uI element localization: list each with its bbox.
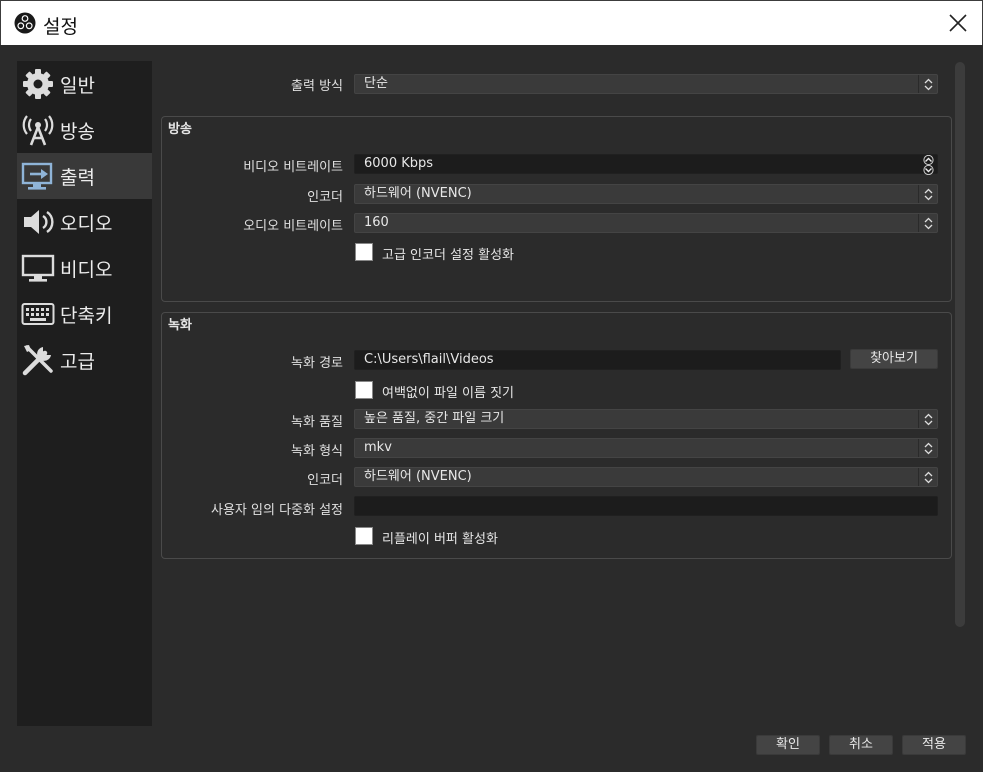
sidebar-item-label: 출력 <box>60 166 95 189</box>
no-space-filename-checkbox[interactable] <box>355 381 373 399</box>
chevron-updown-icon <box>918 75 937 93</box>
sidebar-item-advanced[interactable]: 고급 <box>17 337 152 383</box>
sidebar-item-label: 고급 <box>60 350 95 373</box>
recording-encoder-label: 인코더 <box>307 473 343 488</box>
speaker-icon <box>20 204 56 240</box>
window-title: 설정 <box>43 16 78 38</box>
sidebar-item-general[interactable]: 일반 <box>17 61 152 107</box>
browse-button[interactable]: 찾아보기 <box>850 349 938 369</box>
recording-group-title: 녹화 <box>168 318 192 333</box>
muxer-settings-input[interactable] <box>354 496 938 516</box>
chevron-updown-icon <box>918 410 937 428</box>
recording-encoder-value: 하드웨어 (NVENC) <box>364 469 472 484</box>
recording-format-label: 녹화 형식 <box>291 444 343 459</box>
recording-path-input[interactable]: C:\Users\flail\Videos <box>354 350 841 370</box>
audio-bitrate-select[interactable]: 160 <box>354 213 938 233</box>
recording-quality-label: 녹화 품질 <box>291 415 343 430</box>
output-mode-select[interactable]: 단순 <box>354 74 938 94</box>
ok-button[interactable]: 확인 <box>756 735 820 755</box>
obs-logo-icon <box>14 12 36 34</box>
audio-bitrate-label: 오디오 비트레이트 <box>243 219 343 234</box>
audio-bitrate-value: 160 <box>364 215 389 230</box>
tools-icon <box>20 342 56 378</box>
sidebar-item-hotkeys[interactable]: 단축키 <box>17 291 152 337</box>
broadcast-antenna-icon <box>20 112 56 148</box>
recording-format-value: mkv <box>364 440 392 455</box>
gear-icon <box>20 66 56 102</box>
settings-content: 일반 방송 출력 오디오 비디오 단축키 고급 출력 방식 단순 방송 비디오 … <box>0 45 983 772</box>
video-bitrate-value: 6000 Kbps <box>364 156 434 171</box>
stream-encoder-label: 인코더 <box>307 190 343 205</box>
replay-buffer-checkbox[interactable] <box>355 527 373 545</box>
sidebar-item-label: 비디오 <box>60 258 113 281</box>
output-monitor-icon <box>20 158 56 194</box>
sidebar-item-label: 오디오 <box>60 212 113 235</box>
advanced-encoder-checkbox[interactable] <box>355 243 373 261</box>
sidebar-item-audio[interactable]: 오디오 <box>17 199 152 245</box>
vertical-scrollbar[interactable] <box>955 62 965 627</box>
stream-encoder-value: 하드웨어 (NVENC) <box>364 186 472 201</box>
sidebar-item-stream[interactable]: 방송 <box>17 107 152 153</box>
settings-sidebar: 일반 방송 출력 오디오 비디오 단축키 고급 <box>17 61 152 726</box>
muxer-settings-label: 사용자 임의 다중화 설정 <box>211 503 343 518</box>
spin-buttons[interactable] <box>920 155 937 175</box>
recording-path-label: 녹화 경로 <box>291 356 343 371</box>
sidebar-item-label: 일반 <box>60 74 95 97</box>
chevron-updown-icon <box>918 439 937 457</box>
recording-path-value: C:\Users\flail\Videos <box>364 352 494 367</box>
streaming-group-title: 방송 <box>168 122 192 137</box>
sidebar-item-label: 방송 <box>60 120 95 143</box>
video-bitrate-label: 비디오 비트레이트 <box>243 160 343 175</box>
chevron-updown-icon <box>918 185 937 203</box>
sidebar-item-video[interactable]: 비디오 <box>17 245 152 291</box>
keyboard-icon <box>20 296 56 332</box>
apply-button[interactable]: 적용 <box>902 735 966 755</box>
output-mode-value: 단순 <box>364 76 388 91</box>
chevron-updown-icon <box>918 214 937 232</box>
spin-arrows-icon[interactable] <box>920 155 937 175</box>
streaming-group <box>161 116 952 302</box>
replay-buffer-label[interactable]: 리플레이 버퍼 활성화 <box>382 528 498 547</box>
recording-quality-value: 높은 품질, 중간 파일 크기 <box>364 411 505 426</box>
no-space-filename-label[interactable]: 여백없이 파일 이름 짓기 <box>382 382 514 401</box>
sidebar-item-output[interactable]: 출력 <box>17 153 152 199</box>
monitor-icon <box>20 250 56 286</box>
recording-encoder-select[interactable]: 하드웨어 (NVENC) <box>354 467 938 487</box>
stream-encoder-select[interactable]: 하드웨어 (NVENC) <box>354 184 938 204</box>
close-icon[interactable] <box>944 9 972 37</box>
output-mode-label: 출력 방식 <box>291 79 343 94</box>
recording-format-select[interactable]: mkv <box>354 438 938 458</box>
cancel-button[interactable]: 취소 <box>829 735 893 755</box>
title-bar: 설정 <box>0 0 983 45</box>
advanced-encoder-label[interactable]: 고급 인코더 설정 활성화 <box>382 244 514 263</box>
video-bitrate-spinbox[interactable]: 6000 Kbps <box>354 154 938 175</box>
sidebar-item-label: 단축키 <box>60 304 113 327</box>
chevron-updown-icon <box>918 468 937 486</box>
recording-quality-select[interactable]: 높은 품질, 중간 파일 크기 <box>354 409 938 429</box>
